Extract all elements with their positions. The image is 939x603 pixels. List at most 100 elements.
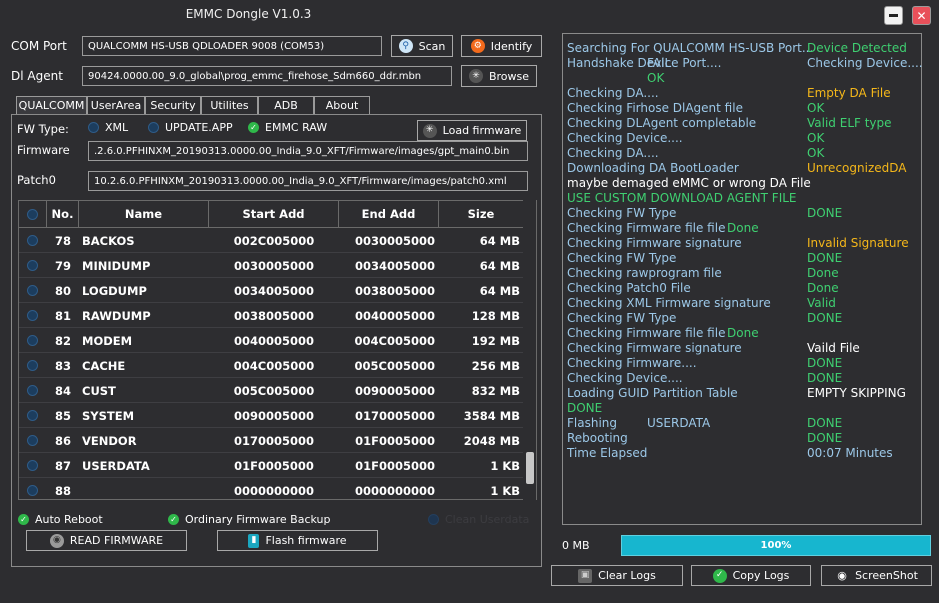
cell-start: 0170005000 — [233, 433, 315, 448]
identify-button[interactable]: ⚙ Identify — [461, 35, 542, 57]
row-select[interactable] — [27, 278, 41, 303]
tab-utilites[interactable]: Utilites — [201, 96, 258, 114]
log-line-label: Searching For QUALCOMM HS-USB Port... — [567, 41, 814, 55]
fw-type-label: FW Type: — [17, 122, 69, 136]
tab-userarea[interactable]: UserArea — [87, 96, 145, 114]
magnifier-icon: ⚲ — [398, 39, 413, 53]
dl-agent-field[interactable]: 90424.0000.00_9.0_global\prog_emmc_fireh… — [82, 66, 452, 86]
table-row[interactable]: 78 BACKOS 002C005000 0030005000 64 MB — [19, 228, 524, 253]
row-select[interactable] — [27, 228, 41, 253]
clear-logs-button[interactable]: ▣ Clear Logs — [551, 565, 683, 586]
browse-button[interactable]: ✳ Browse — [461, 65, 537, 87]
row-select[interactable] — [27, 428, 41, 453]
cell-end: 005C005000 — [354, 358, 435, 373]
minimize-button[interactable] — [884, 6, 903, 25]
table-row[interactable]: 88 0000000000 0000000000 1 KB — [19, 478, 524, 499]
ordinary-backup-checkbox[interactable]: ✓ Ordinary Firmware Backup — [168, 513, 331, 526]
log-line-label: Checking Firmware.... — [567, 356, 697, 370]
cell-start: 0040005000 — [233, 333, 315, 348]
xml-label: XML — [105, 121, 129, 134]
log-line-label: Checking Firmware signature — [567, 236, 742, 250]
log-line-value: USERDATA — [647, 416, 711, 430]
log-line-label: Checking DLAgent completable — [567, 116, 757, 130]
log-line-status: Valid — [807, 296, 836, 310]
xml-radio[interactable]: XML — [88, 121, 128, 134]
progress-bar: 100% — [621, 535, 931, 556]
row-select[interactable] — [27, 328, 41, 353]
cell-end: 0038005000 — [354, 283, 435, 298]
cell-name: MODEM — [82, 333, 133, 348]
log-line-status: Vaild File — [807, 341, 860, 355]
load-firmware-button[interactable]: ✳ Load firmware — [417, 120, 527, 141]
table-row[interactable]: 81 RAWDUMP 0038005000 0040005000 128 MB — [19, 303, 524, 328]
cell-start: 002C005000 — [233, 233, 315, 248]
log-panel[interactable]: Searching For QUALCOMM HS-USB Port... Dev… — [562, 33, 923, 525]
row-select[interactable] — [27, 353, 41, 378]
table-row[interactable]: 82 MODEM 0040005000 004C005000 192 MB — [19, 328, 524, 353]
header-size: Size — [439, 201, 524, 228]
read-firmware-button[interactable]: ◉ READ FIRMWARE — [26, 530, 187, 551]
row-select[interactable] — [27, 478, 41, 499]
cell-end: 004C005000 — [354, 333, 435, 348]
cell-start: 0030005000 — [233, 258, 315, 273]
log-line-label: Checking FW Type — [567, 311, 677, 325]
close-button[interactable]: ✕ — [912, 6, 931, 25]
row-select[interactable] — [27, 403, 41, 428]
cell-end: 0090005000 — [354, 383, 435, 398]
cell-start: 0000000000 — [233, 483, 315, 498]
cell-name: CACHE — [82, 358, 126, 373]
cell-name: MINIDUMP — [82, 258, 151, 273]
firmware-field[interactable]: .2.6.0.PFHINXM_20190313.0000.00_India_9.… — [88, 141, 528, 161]
table-row[interactable]: 83 CACHE 004C005000 005C005000 256 MB — [19, 353, 524, 378]
cell-end: 0000000000 — [354, 483, 435, 498]
row-select[interactable] — [27, 253, 41, 278]
log-line-label: Checking Firhose DlAgent file — [567, 101, 743, 115]
screenshot-button[interactable]: ◉ ScreenShot — [821, 565, 932, 586]
flash-firmware-label: Flash firmware — [265, 534, 347, 547]
header-select[interactable] — [19, 201, 47, 228]
table-row[interactable]: 80 LOGDUMP 0034005000 0038005000 64 MB — [19, 278, 524, 303]
log-line-label: DONE — [567, 401, 603, 415]
flash-firmware-button[interactable]: ▮ Flash firmware — [217, 530, 378, 551]
scan-button[interactable]: ⚲ Scan — [391, 35, 453, 57]
tab-about[interactable]: About — [314, 96, 370, 114]
log-line-status: Empty DA File — [807, 86, 891, 100]
log-line-label: Checking Firmware file file — [567, 221, 726, 235]
log-line-label: Checking Device.... — [567, 131, 683, 145]
row-select[interactable] — [27, 303, 41, 328]
copy-logs-button[interactable]: ✓ Copy Logs — [691, 565, 811, 586]
cell-start: 0038005000 — [233, 308, 315, 323]
radio-icon — [27, 360, 38, 371]
update-app-radio[interactable]: UPDATE.APP — [148, 121, 233, 134]
table-row[interactable]: 85 SYSTEM 0090005000 0170005000 3584 MB — [19, 403, 524, 428]
auto-reboot-checkbox[interactable]: ✓ Auto Reboot — [18, 513, 103, 526]
com-port-field[interactable]: QUALCOMM HS-USB QDLOADER 9008 (COM53) — [82, 36, 382, 56]
radio-icon — [27, 385, 38, 396]
tab-adb[interactable]: ADB — [258, 96, 314, 114]
tab-qualcomm[interactable]: QUALCOMM — [16, 96, 87, 114]
cell-start: 005C005000 — [233, 383, 315, 398]
log-line-status: DONE — [807, 356, 843, 370]
log-line-label: Checking Firmware signature — [567, 341, 742, 355]
clean-userdata-checkbox[interactable]: Clean Userdata — [428, 513, 529, 526]
log-line-value: Done — [727, 221, 759, 235]
radio-icon — [27, 410, 38, 421]
patch-field[interactable]: 10.2.6.0.PFHINXM_20190313.0000.00_India_… — [88, 171, 528, 191]
emmc-raw-label: EMMC RAW — [265, 121, 328, 134]
table-row[interactable]: 84 CUST 005C005000 0090005000 832 MB — [19, 378, 524, 403]
emmc-raw-radio[interactable]: ✓ EMMC RAW — [248, 121, 327, 134]
row-select[interactable] — [27, 378, 41, 403]
browse-label: Browse — [488, 69, 530, 83]
table-row[interactable]: 86 VENDOR 0170005000 01F0005000 2048 MB — [19, 428, 524, 453]
radio-icon — [428, 514, 439, 525]
tab-security[interactable]: Security — [145, 96, 201, 114]
radio-icon — [27, 208, 38, 220]
header-name: Name — [79, 201, 209, 228]
table-row[interactable]: 79 MINIDUMP 0030005000 0034005000 64 MB — [19, 253, 524, 278]
header-end: End Add — [339, 201, 439, 228]
clear-logs-label: Clear Logs — [598, 569, 656, 582]
scrollbar-thumb[interactable] — [526, 452, 534, 484]
header-no: No. — [47, 201, 79, 228]
table-row[interactable]: 87 USERDATA 01F0005000 01F0005000 1 KB — [19, 453, 524, 478]
row-select[interactable] — [27, 453, 41, 478]
